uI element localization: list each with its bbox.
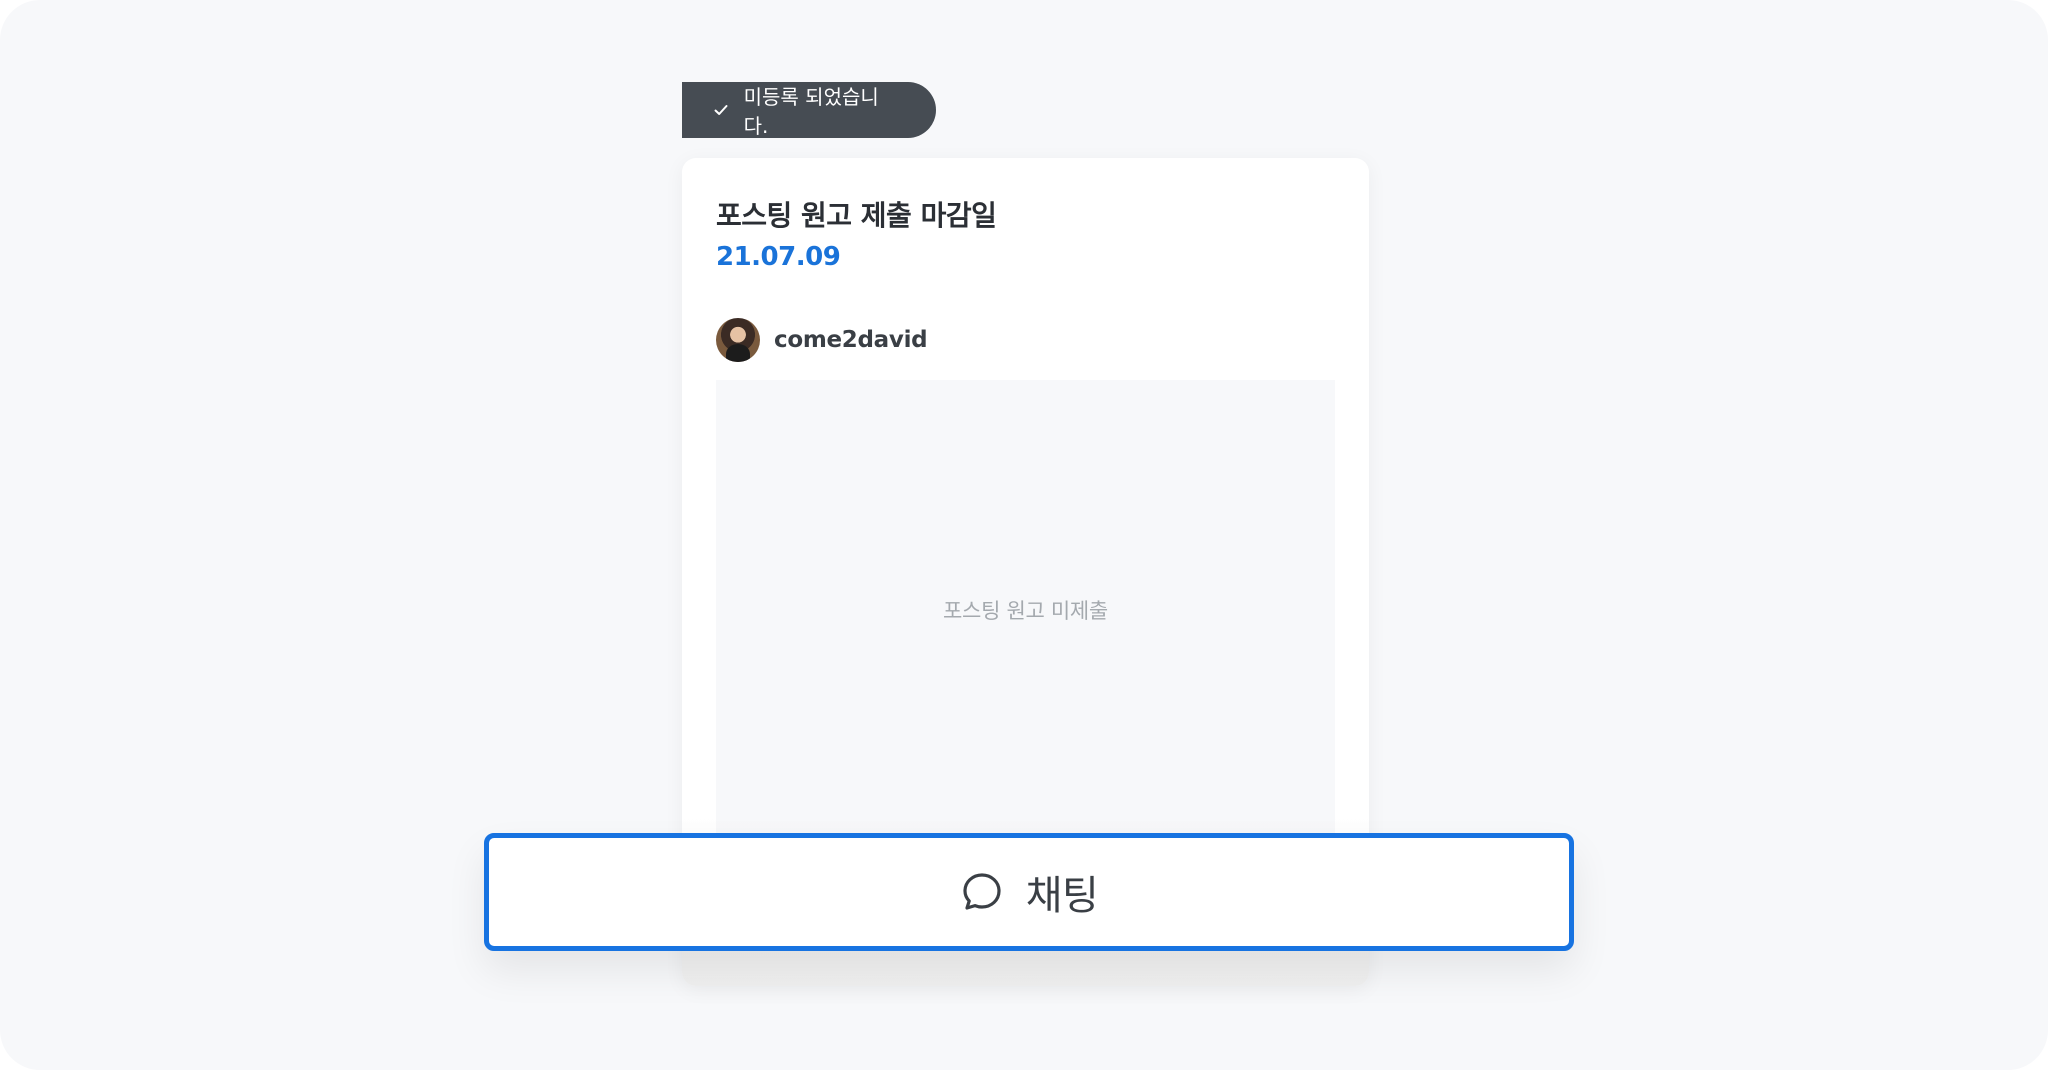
chat-button-label: 채팅	[1025, 873, 1099, 919]
toast-message: 미등록 되었습니다.	[743, 85, 879, 138]
deadline-date: 21.07.09	[716, 242, 841, 272]
avatar[interactable]	[716, 318, 760, 362]
toast-notification: 미등록 되었습니다.	[682, 82, 936, 138]
chat-bubble-icon	[960, 870, 1004, 914]
card-title: 포스팅 원고 제출 마감일	[716, 199, 997, 232]
chat-button[interactable]: 채팅	[484, 833, 1574, 951]
author-row: come2david	[716, 318, 1335, 362]
content-placeholder: 포스팅 원고 미제출	[943, 599, 1108, 623]
author-name[interactable]: come2david	[774, 327, 928, 353]
posting-content-area: 포스팅 원고 미제출	[716, 380, 1335, 840]
page-frame: 미등록 되었습니다. 포스팅 원고 제출 마감일 21.07.09 come2d…	[0, 0, 2048, 1070]
check-icon	[712, 101, 730, 119]
